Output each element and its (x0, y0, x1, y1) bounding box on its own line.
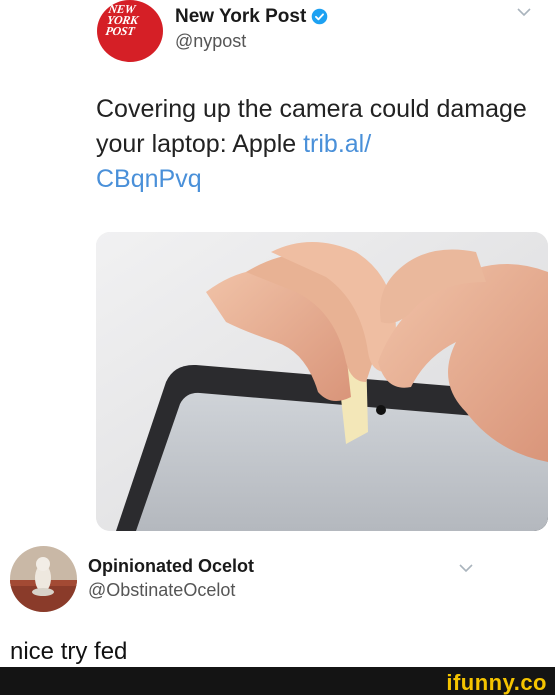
ocelot-avatar-image (10, 546, 77, 612)
reply-avatar[interactable] (10, 546, 77, 612)
tweet-text: Covering up the camera could damage your… (96, 92, 536, 197)
chevron-down-icon[interactable] (458, 562, 474, 574)
tweet-photo[interactable] (96, 232, 548, 531)
reply-text: nice try fed (10, 638, 128, 665)
ifunny-watermark: ifunny.co (446, 670, 547, 695)
chevron-down-icon[interactable] (516, 6, 532, 18)
nypost-logo: NEW YORK POST (104, 2, 139, 38)
laptop-webcam-photo (96, 232, 548, 531)
verified-icon (311, 8, 328, 25)
reply-author-name[interactable]: Opinionated Ocelot (88, 556, 254, 577)
reply-author-handle[interactable]: @ObstinateOcelot (88, 580, 235, 601)
nypost-avatar[interactable]: NEW YORK POST (97, 0, 163, 62)
tweet-author-name[interactable]: New York Post (175, 6, 306, 28)
tweet-author-handle[interactable]: @nypost (175, 31, 246, 52)
